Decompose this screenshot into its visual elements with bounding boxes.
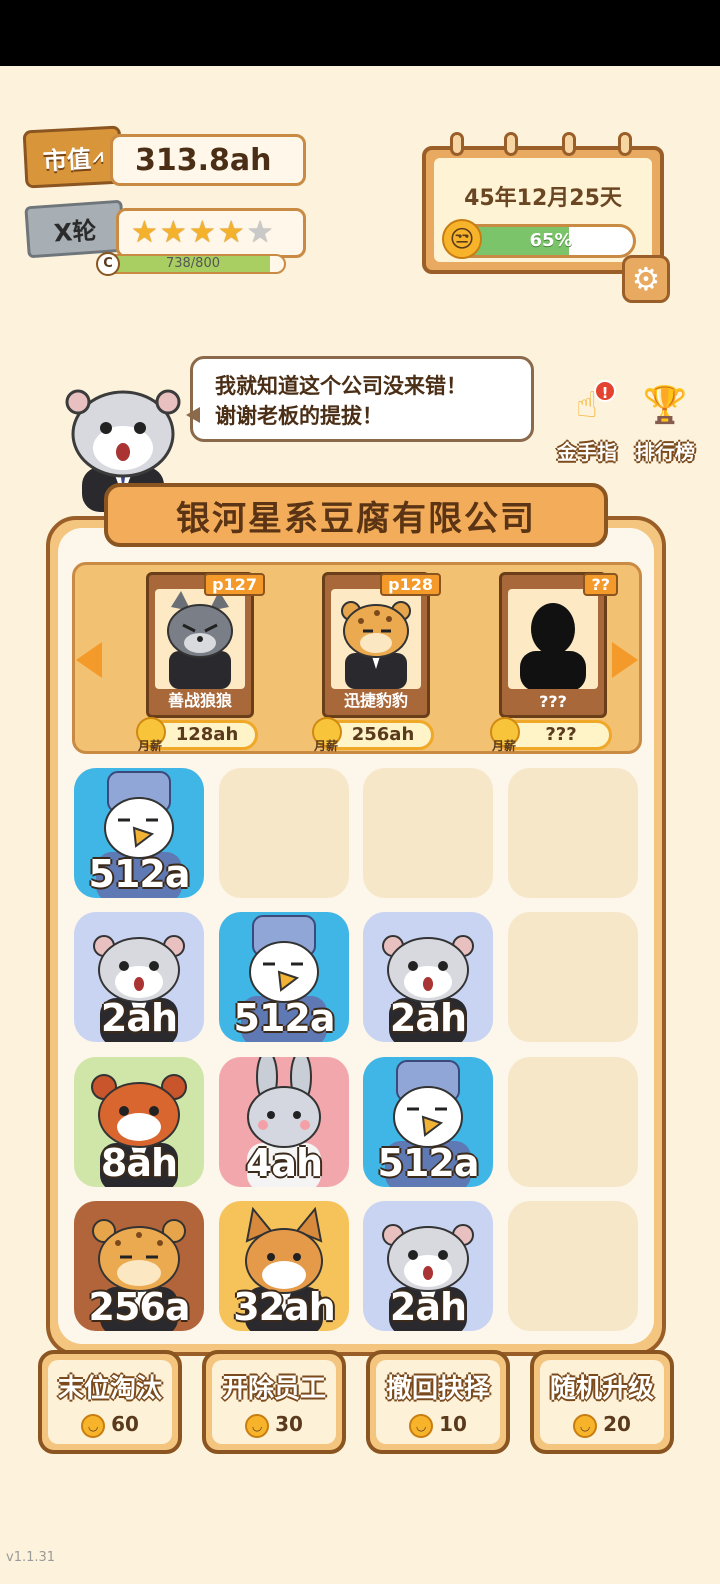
recruit-card-unknown[interactable]: ?? ??? bbox=[499, 572, 618, 718]
empty-slot[interactable] bbox=[219, 768, 349, 898]
action-label: 随机升级 bbox=[549, 1374, 654, 1404]
market-value-tag: 市值 ⩘ bbox=[22, 125, 124, 189]
carousel-right-arrow[interactable] bbox=[612, 642, 638, 678]
wolf-portrait bbox=[155, 589, 245, 689]
empty-slot[interactable] bbox=[508, 1057, 638, 1187]
employee-value: 512a bbox=[88, 852, 191, 896]
action-label: 末位淘汰 bbox=[57, 1374, 162, 1404]
employee-value: 512a bbox=[233, 996, 336, 1040]
smile-icon: ◡ bbox=[409, 1413, 434, 1438]
golden-finger-label: 金手指 bbox=[557, 440, 617, 464]
eliminate-last-button[interactable]: 末位淘汰 ◡ 60 bbox=[38, 1350, 182, 1454]
random-upgrade-button[interactable]: 随机升级 ◡ 20 bbox=[530, 1350, 674, 1454]
market-value-label: 市值 bbox=[42, 144, 92, 176]
recruit-name: 迅捷豹豹 bbox=[343, 691, 408, 710]
salary-label: 月薪 bbox=[314, 739, 339, 753]
action-label: 开除员工 bbox=[221, 1374, 326, 1404]
employee-tile-red-panda[interactable]: 8ah bbox=[74, 1057, 204, 1187]
alert-badge: ! bbox=[594, 380, 616, 402]
action-cost: ◡ 10 bbox=[370, 1412, 506, 1438]
employee-tile-leopard[interactable]: 256a bbox=[74, 1201, 204, 1331]
empty-slot[interactable] bbox=[508, 1201, 638, 1331]
recruit-tag: p128 bbox=[380, 573, 441, 596]
recruit-card-leopard[interactable]: p128 迅捷豹豹 bbox=[322, 572, 441, 718]
action-cost: ◡ 20 bbox=[534, 1412, 670, 1438]
settings-gear-button[interactable]: ⚙ bbox=[622, 255, 670, 303]
employee-value: 2ah bbox=[100, 996, 178, 1040]
empty-slot[interactable] bbox=[363, 768, 493, 898]
employee-tile-rabbit[interactable]: 4ah bbox=[219, 1057, 349, 1187]
mood-face-icon: 😒 bbox=[442, 219, 482, 259]
smile-icon: ◡ bbox=[81, 1413, 106, 1438]
employee-tile-hamster[interactable]: 2ah bbox=[363, 1201, 493, 1331]
speech-bubble: 我就知道这个公司没来错！ 谢谢老板的提拔！ bbox=[186, 356, 534, 442]
calendar-ring-icon bbox=[618, 132, 632, 156]
calendar-date: 45年12月25天 bbox=[464, 186, 622, 211]
trophy-icon: 🏆 bbox=[642, 385, 688, 426]
employee-tile-hamster[interactable]: 2ah bbox=[74, 912, 204, 1042]
smile-icon: ◡ bbox=[573, 1413, 598, 1438]
employee-value: 8ah bbox=[100, 1141, 178, 1185]
mood-percent-text: 65% bbox=[529, 230, 573, 251]
status-bar bbox=[0, 0, 720, 66]
star-filled-icon: ★ bbox=[188, 215, 216, 250]
employee-value: 2ah bbox=[389, 1285, 467, 1329]
action-cost: ◡ 30 bbox=[206, 1412, 342, 1438]
version-text: v1.1.31 bbox=[6, 1550, 56, 1565]
employee-tile-shiba[interactable]: 32ah bbox=[219, 1201, 349, 1331]
speech-line-1: 我就知道这个公司没来错！ bbox=[215, 374, 467, 398]
leopard-portrait bbox=[331, 589, 421, 689]
empty-slot[interactable] bbox=[508, 768, 638, 898]
market-value-display: 313.8ah bbox=[110, 134, 306, 186]
empty-slot[interactable] bbox=[508, 912, 638, 1042]
rating-stars: ★ ★ ★ ★ ★ bbox=[116, 208, 306, 258]
leaderboard-button[interactable]: 🏆 排行榜 bbox=[632, 378, 698, 465]
smile-icon: ◡ bbox=[245, 1413, 270, 1438]
chart-up-icon: ⩘ bbox=[92, 144, 104, 167]
action-label: 撤回抉择 bbox=[385, 1374, 490, 1404]
xp-progress-text: 738/800 bbox=[165, 256, 220, 271]
employee-value: 32ah bbox=[233, 1285, 336, 1329]
carousel-left-arrow[interactable] bbox=[76, 642, 102, 678]
round-label: X轮 bbox=[52, 216, 98, 247]
employee-value: 2ah bbox=[389, 996, 467, 1040]
company-name-banner: 银河星系豆腐有限公司 bbox=[104, 483, 608, 547]
employee-tile-eagle[interactable]: 512a bbox=[74, 768, 204, 898]
recruit-name: ??? bbox=[539, 692, 567, 711]
star-filled-icon: ★ bbox=[217, 215, 245, 250]
grade-badge: C bbox=[96, 252, 120, 276]
employee-value: 512a bbox=[377, 1141, 480, 1185]
undo-choice-button[interactable]: 撤回抉择 ◡ 10 bbox=[366, 1350, 510, 1454]
calendar-ring-icon bbox=[562, 132, 576, 156]
calendar-ring-icon bbox=[450, 132, 464, 156]
star-empty-icon: ★ bbox=[246, 215, 274, 250]
golden-finger-button[interactable]: ☝ ! 金手指 bbox=[554, 378, 620, 465]
market-value-text: 313.8ah bbox=[135, 142, 272, 178]
round-tag: X轮 bbox=[24, 199, 126, 259]
company-name: 银河星系豆腐有限公司 bbox=[176, 498, 536, 539]
employee-tile-eagle[interactable]: 512a bbox=[363, 1057, 493, 1187]
employee-value: 256a bbox=[88, 1285, 191, 1329]
employee-tile-eagle[interactable]: 512a bbox=[219, 912, 349, 1042]
silhouette-portrait bbox=[508, 589, 598, 689]
speech-line-2: 谢谢老板的提拔！ bbox=[215, 404, 383, 428]
action-cost: ◡ 60 bbox=[42, 1412, 178, 1438]
recruit-tag: p127 bbox=[204, 573, 265, 596]
star-filled-icon: ★ bbox=[131, 215, 158, 250]
xp-progress-bar: 738/800 bbox=[100, 254, 286, 274]
fire-employee-button[interactable]: 开除员工 ◡ 30 bbox=[202, 1350, 346, 1454]
salary-label: 月薪 bbox=[138, 739, 163, 753]
employee-value: 4ah bbox=[245, 1141, 323, 1185]
star-filled-icon: ★ bbox=[159, 215, 187, 250]
gear-icon: ⚙ bbox=[631, 260, 661, 298]
recruit-name: 善战狼狼 bbox=[167, 691, 232, 710]
calendar-ring-icon bbox=[504, 132, 518, 156]
recruit-tag: ?? bbox=[583, 573, 618, 596]
employee-tile-hamster[interactable]: 2ah bbox=[363, 912, 493, 1042]
leaderboard-label: 排行榜 bbox=[635, 440, 695, 464]
recruit-card-wolf[interactable]: p127 善战狼狼 bbox=[146, 572, 265, 718]
salary-label: 月薪 bbox=[492, 739, 517, 753]
